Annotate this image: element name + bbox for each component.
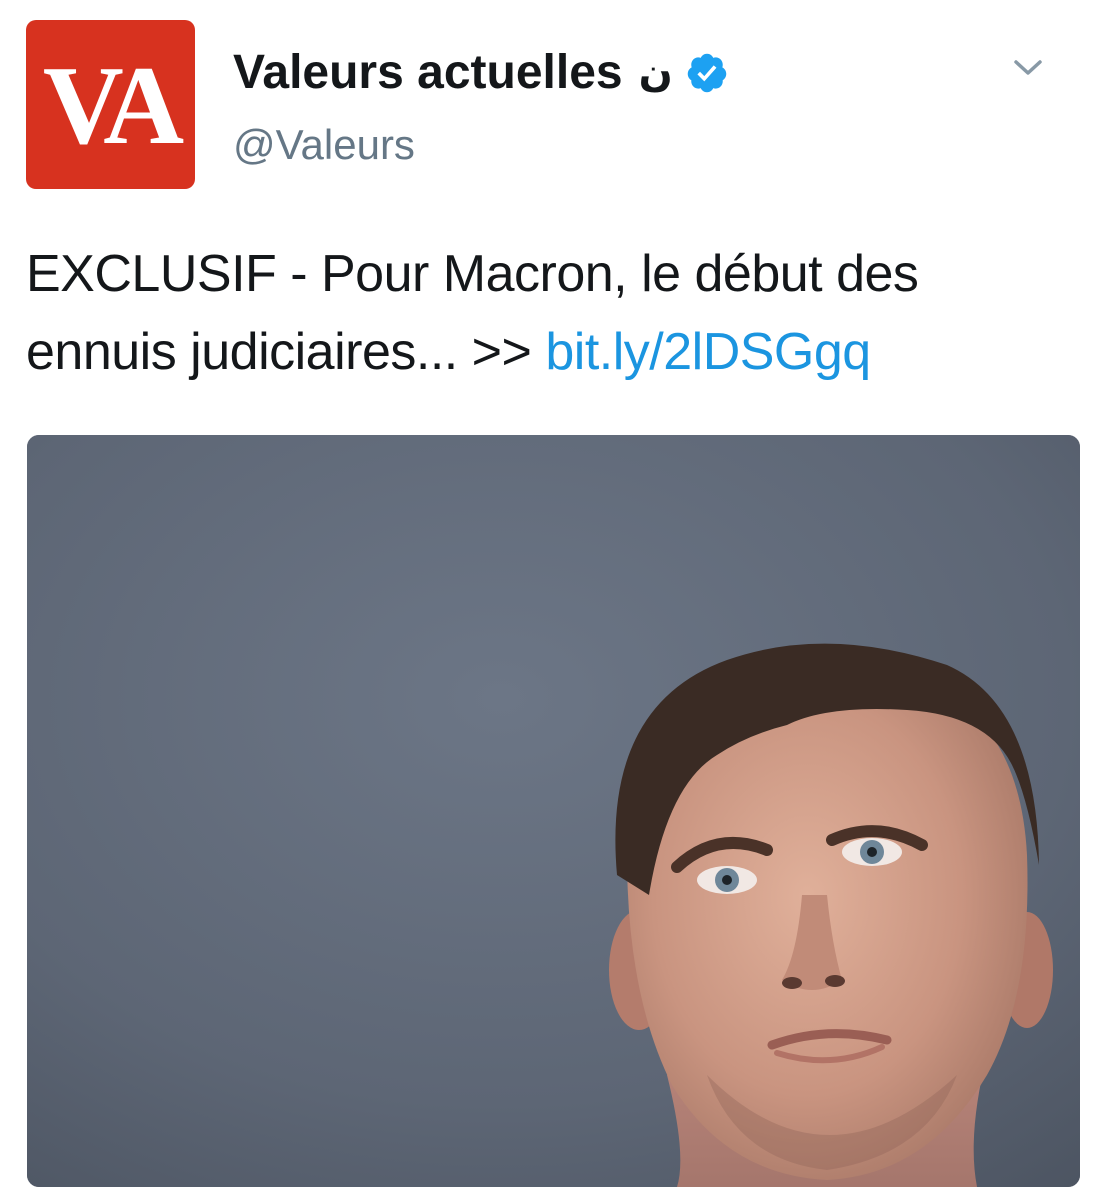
tweet-text: EXCLUSIF - Pour Macron, le début des enn…: [26, 235, 1081, 391]
verified-badge-icon: [685, 51, 729, 95]
avatar[interactable]: VA: [26, 20, 195, 189]
tweet-media-photo[interactable]: [27, 435, 1080, 1187]
display-name-suffix: ن: [638, 51, 673, 95]
portrait-photo: [27, 435, 1080, 1187]
tweet-link[interactable]: bit.ly/2lDSGgq: [545, 323, 871, 381]
tweet: VA Valeurs actuelles ن @Valeurs EXCLUSIF…: [0, 0, 1095, 1200]
author-handle[interactable]: @Valeurs: [233, 120, 415, 170]
chevron-down-icon[interactable]: [1008, 50, 1048, 86]
display-name: Valeurs actuelles: [233, 46, 623, 99]
author-name-row[interactable]: Valeurs actuelles ن: [233, 45, 729, 101]
avatar-logo-text: VA: [42, 44, 184, 168]
